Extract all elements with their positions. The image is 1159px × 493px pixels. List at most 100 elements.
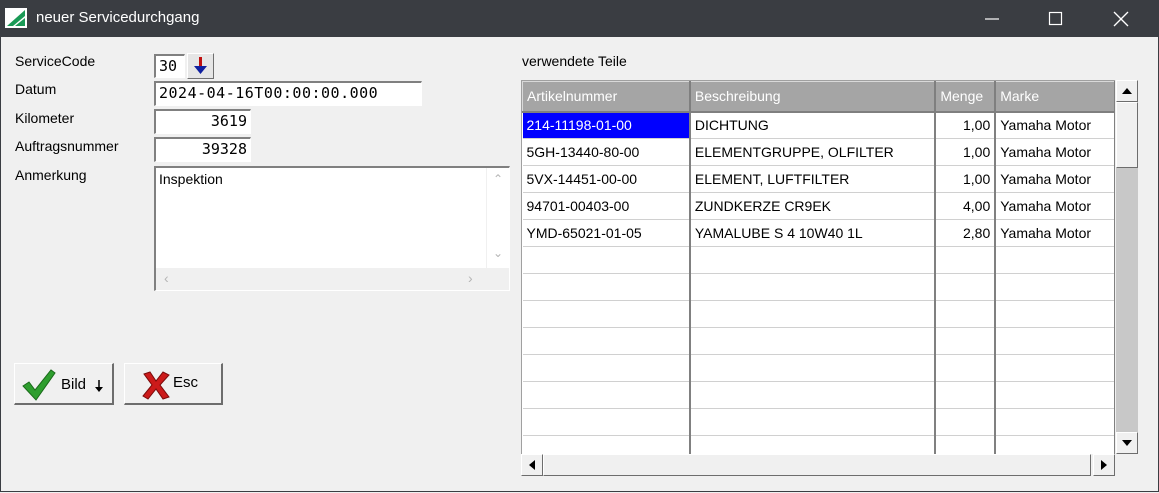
table-row[interactable]	[522, 381, 1116, 409]
table-cell[interactable]	[522, 273, 691, 301]
close-button[interactable]	[1090, 0, 1152, 37]
grid-horizontal-scrollbar[interactable]	[521, 454, 1115, 476]
table-row[interactable]	[522, 408, 1116, 436]
scroll-track[interactable]	[1116, 168, 1138, 432]
table-cell[interactable]	[522, 435, 691, 455]
datum-field[interactable]: 2024-04-16T00:00:00.000	[154, 81, 422, 106]
anmerkung-text[interactable]: Inspektion	[156, 168, 486, 268]
table-row[interactable]	[522, 246, 1116, 274]
table-cell[interactable]: Yamaha Motor	[995, 219, 1116, 247]
parts-grid[interactable]: Artikelnummer Beschreibung Menge Marke 214-…	[521, 80, 1116, 455]
table-row[interactable]	[522, 354, 1116, 382]
servicecode-lookup-button[interactable]	[187, 53, 214, 79]
table-cell[interactable]: YMD-65021-01-05	[522, 219, 691, 247]
table-cell[interactable]: 5VX-14451-00-00	[522, 165, 691, 193]
table-row[interactable]	[522, 435, 1116, 455]
minimize-button[interactable]	[961, 0, 1023, 37]
esc-label: Esc	[173, 374, 199, 391]
table-cell[interactable]	[689, 273, 937, 301]
table-cell[interactable]	[995, 354, 1116, 382]
table-cell[interactable]	[995, 300, 1116, 328]
table-cell[interactable]	[935, 246, 997, 274]
table-cell[interactable]: Yamaha Motor	[995, 138, 1116, 166]
table-cell[interactable]: Yamaha Motor	[995, 165, 1116, 193]
table-cell[interactable]	[935, 354, 997, 382]
table-cell[interactable]	[522, 354, 691, 382]
scroll-up-icon[interactable]: ⌃	[487, 172, 509, 186]
table-cell[interactable]	[935, 273, 997, 301]
table-cell[interactable]	[689, 381, 937, 409]
table-row[interactable]	[522, 300, 1116, 328]
table-cell[interactable]	[522, 327, 691, 355]
table-cell[interactable]: 1,00	[935, 165, 997, 193]
table-cell[interactable]: ELEMENT, LUFTFILTER	[689, 165, 937, 193]
table-row[interactable]: 214-11198-01-00 DICHTUNG 1,00 Yamaha Motor	[522, 111, 1116, 139]
table-cell[interactable]	[522, 246, 691, 274]
table-row[interactable]: 5VX-14451-00-00 ELEMENT, LUFTFILTER 1,00 Ya…	[522, 165, 1116, 193]
servicecode-field[interactable]: 30	[154, 54, 185, 78]
scroll-thumb[interactable]	[1116, 102, 1138, 168]
table-row[interactable]	[522, 273, 1116, 301]
table-cell[interactable]: Yamaha Motor	[995, 111, 1116, 139]
table-cell[interactable]: DICHTUNG	[689, 111, 937, 139]
table-cell[interactable]	[935, 327, 997, 355]
column-header[interactable]: Beschreibung	[689, 81, 937, 113]
table-cell[interactable]: 5GH-13440-80-00	[522, 138, 691, 166]
table-cell[interactable]	[995, 246, 1116, 274]
anmerkung-memo[interactable]: Inspektion ⌃ ⌄ ‹ ›	[154, 166, 510, 291]
table-cell[interactable]	[935, 408, 997, 436]
scroll-left-button[interactable]	[521, 454, 543, 476]
table-cell[interactable]	[689, 300, 937, 328]
column-header[interactable]: Menge	[934, 81, 997, 113]
table-cell[interactable]	[689, 354, 937, 382]
table-cell[interactable]	[522, 408, 691, 436]
table-cell[interactable]: 214-11198-01-00	[522, 111, 691, 139]
table-cell[interactable]	[689, 246, 937, 274]
table-cell[interactable]	[995, 408, 1116, 436]
scroll-right-button[interactable]	[1093, 454, 1115, 476]
table-cell[interactable]	[935, 435, 997, 455]
esc-button[interactable]: Esc	[124, 363, 223, 405]
scroll-down-icon[interactable]: ⌄	[487, 246, 509, 260]
table-cell[interactable]	[995, 327, 1116, 355]
scroll-left-icon[interactable]: ‹	[164, 270, 169, 286]
table-cell[interactable]: 1,00	[935, 138, 997, 166]
table-cell[interactable]	[689, 408, 937, 436]
scroll-down-button[interactable]	[1116, 432, 1138, 454]
table-cell[interactable]	[935, 300, 997, 328]
maximize-button[interactable]	[1025, 0, 1087, 37]
table-cell[interactable]: ZUNDKERZE CR9EK	[689, 192, 937, 220]
table-cell[interactable]: 4,00	[935, 192, 997, 220]
table-cell[interactable]: Yamaha Motor	[995, 192, 1116, 220]
table-cell[interactable]	[689, 435, 937, 455]
column-header[interactable]: Marke	[994, 81, 1116, 113]
auftragsnummer-field[interactable]: 39328	[154, 137, 251, 162]
table-cell[interactable]: 1,00	[935, 111, 997, 139]
kilometer-label: Kilometer	[15, 110, 75, 126]
column-header[interactable]: Artikelnummer	[522, 81, 691, 113]
table-cell[interactable]	[995, 435, 1116, 455]
memo-vertical-scrollbar[interactable]: ⌃ ⌄	[487, 168, 509, 268]
table-cell[interactable]: 94701-00403-00	[522, 192, 691, 220]
table-cell[interactable]: YAMALUBE S 4 10W40 1L	[689, 219, 937, 247]
table-row[interactable]: 5GH-13440-80-00 ELEMENTGRUPPE, OLFILTER 1,…	[522, 138, 1116, 166]
table-cell[interactable]: ELEMENTGRUPPE, OLFILTER	[689, 138, 937, 166]
bild-button[interactable]: Bild	[14, 363, 114, 405]
table-row[interactable]	[522, 327, 1116, 355]
datum-label: Datum	[15, 81, 57, 97]
scroll-up-button[interactable]	[1116, 80, 1138, 102]
kilometer-field[interactable]: 3619	[154, 109, 251, 134]
table-cell[interactable]	[689, 327, 937, 355]
table-cell[interactable]	[522, 300, 691, 328]
table-cell[interactable]	[995, 381, 1116, 409]
grid-vertical-scrollbar[interactable]	[1115, 80, 1140, 454]
table-row[interactable]: 94701-00403-00 ZUNDKERZE CR9EK 4,00 Yamaha …	[522, 192, 1116, 220]
scroll-right-icon[interactable]: ›	[468, 270, 473, 286]
table-cell[interactable]: 2,80	[935, 219, 997, 247]
table-cell[interactable]	[935, 381, 997, 409]
table-cell[interactable]	[522, 381, 691, 409]
memo-horizontal-scrollbar[interactable]: ‹ ›	[156, 268, 486, 290]
horizontal-scroll-thumb[interactable]	[543, 454, 1091, 476]
table-row[interactable]: YMD-65021-01-05 YAMALUBE S 4 10W40 1L 2,80…	[522, 219, 1116, 247]
table-cell[interactable]	[995, 273, 1116, 301]
